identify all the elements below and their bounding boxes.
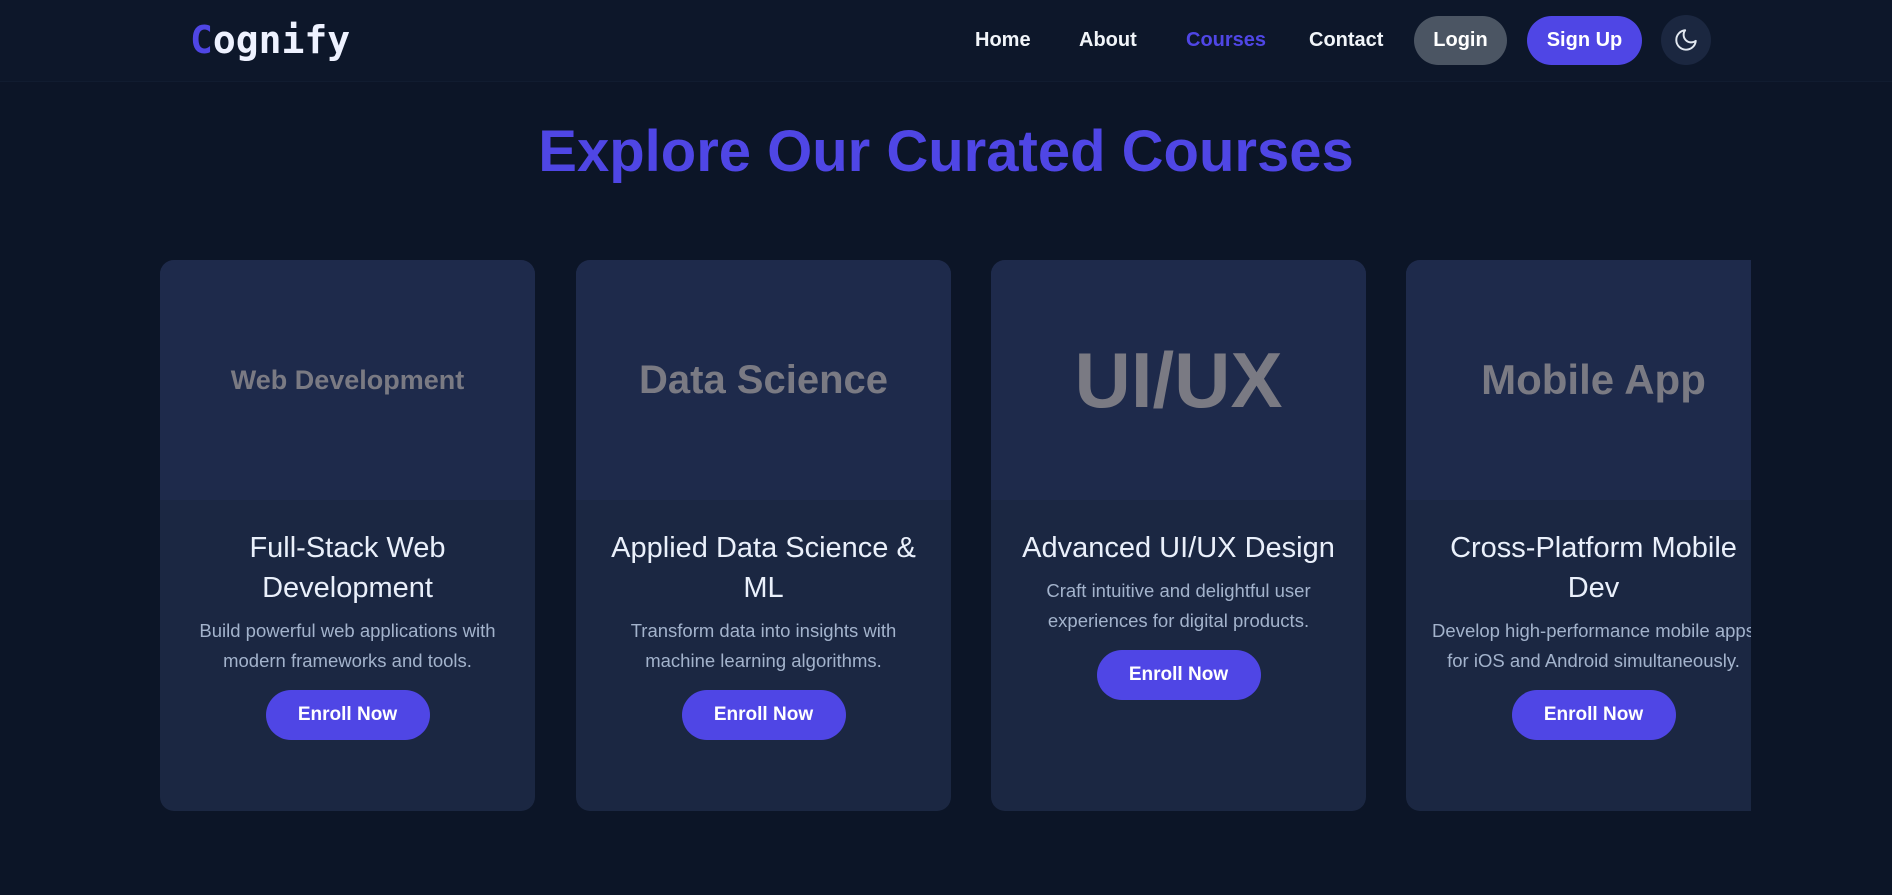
course-image: Web Development — [160, 260, 535, 500]
logo-text: ognify — [212, 18, 351, 62]
course-cards: Web Development Full-Stack Web Developme… — [160, 260, 1751, 811]
course-card-body: Full-Stack Web Development Build powerfu… — [160, 528, 535, 740]
course-card-body: Cross-Platform Mobile Dev Develop high-p… — [1406, 528, 1751, 740]
nav-link-home[interactable]: Home — [975, 29, 1031, 52]
top-navbar: Cognify Home About Courses Contact Login… — [0, 0, 1892, 82]
theme-toggle-button[interactable] — [1661, 15, 1711, 65]
enroll-button[interactable]: Enroll Now — [1096, 650, 1261, 700]
course-title: Applied Data Science & ML — [611, 532, 916, 604]
nav-link-about[interactable]: About — [1079, 29, 1137, 52]
cognify-logo[interactable]: Cognify — [190, 18, 350, 62]
course-card-mobile: Mobile App Cross-Platform Mobile Dev Dev… — [1406, 260, 1751, 811]
course-description: Develop high-performance mobile apps for… — [1432, 620, 1751, 671]
course-card-web: Web Development Full-Stack Web Developme… — [160, 260, 535, 811]
course-title: Advanced UI/UX Design — [1022, 532, 1335, 564]
course-image: Mobile App — [1406, 260, 1751, 500]
course-title: Cross-Platform Mobile Dev — [1450, 532, 1737, 604]
nav-link-contact[interactable]: Contact — [1309, 29, 1383, 52]
login-button[interactable]: Login — [1414, 16, 1507, 65]
course-description: Build powerful web applications with mod… — [199, 620, 496, 671]
course-card-body: Advanced UI/UX Design Craft intuitive an… — [991, 528, 1366, 700]
nav-link-courses[interactable]: Courses — [1186, 29, 1266, 52]
course-card-body: Applied Data Science & ML Transform data… — [576, 528, 951, 740]
enroll-button[interactable]: Enroll Now — [1511, 690, 1676, 740]
logo-accent-letter: C — [190, 18, 213, 62]
course-description: Craft intuitive and delightful user expe… — [1046, 580, 1311, 631]
enroll-button[interactable]: Enroll Now — [681, 690, 846, 740]
page-title: Explore Our Curated Courses — [538, 119, 1354, 184]
course-description: Transform data into insights with machin… — [630, 620, 897, 671]
signup-button[interactable]: Sign Up — [1527, 16, 1642, 65]
course-card-data-science: Data Science Applied Data Science & ML T… — [576, 260, 951, 811]
course-title: Full-Stack Web Development — [249, 532, 446, 604]
course-image: UI/UX — [991, 260, 1366, 500]
moon-icon — [1675, 29, 1697, 51]
course-image: Data Science — [576, 260, 951, 500]
course-card-uiux: UI/UX Advanced UI/UX Design Craft intuit… — [991, 260, 1366, 811]
enroll-button[interactable]: Enroll Now — [265, 690, 430, 740]
